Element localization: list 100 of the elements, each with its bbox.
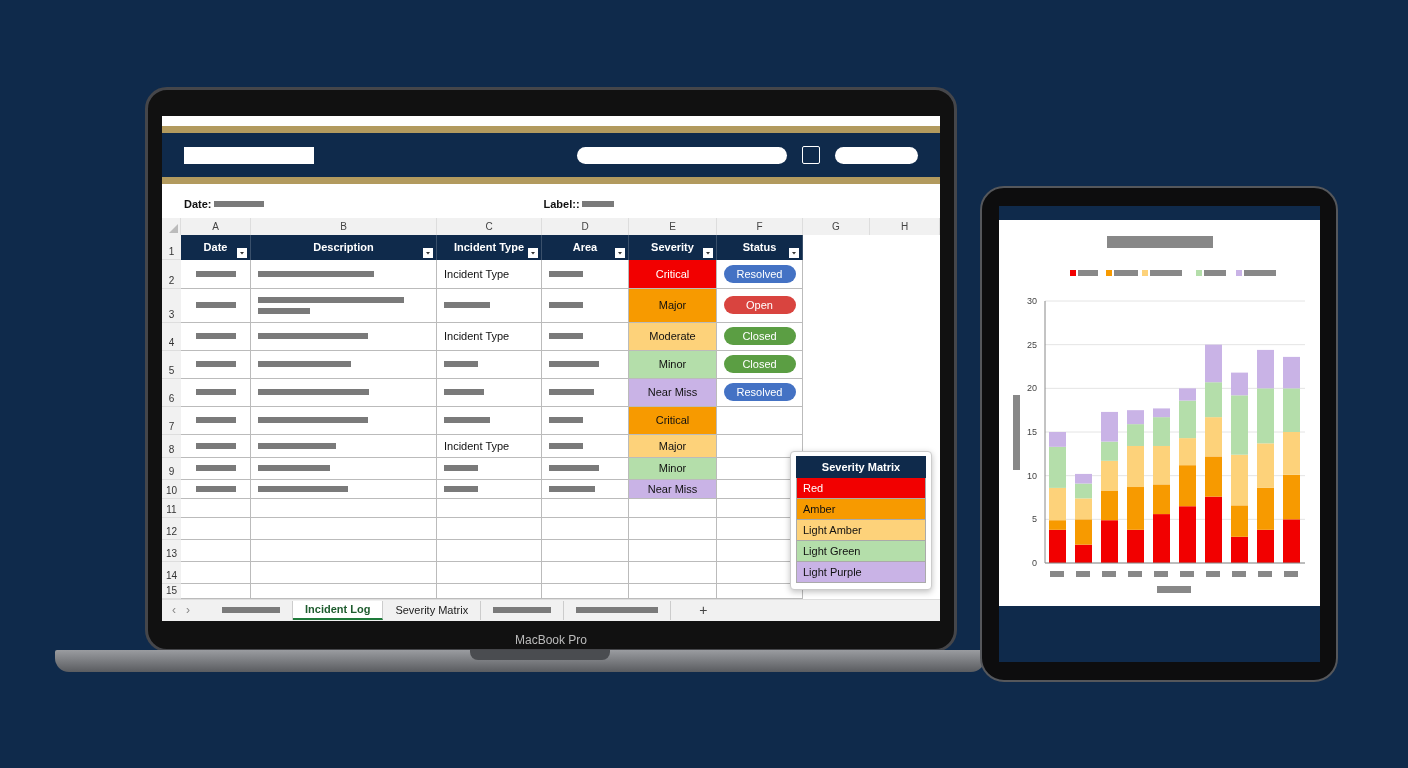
- table-cell: [181, 584, 251, 599]
- laptop-label: MacBook Pro: [514, 633, 588, 647]
- bar-segment: [1257, 443, 1274, 488]
- redacted-text: [444, 417, 490, 424]
- redacted-text: [549, 361, 599, 368]
- row-number: 12: [162, 518, 181, 540]
- column-letter[interactable]: A: [181, 218, 251, 235]
- bar-segment: [1283, 432, 1300, 475]
- severity-swatch: Light Green: [796, 541, 926, 562]
- date-label: Date:: [184, 198, 212, 211]
- add-sheet-button[interactable]: +: [699, 602, 708, 619]
- redacted-category-label: [1128, 571, 1142, 577]
- redacted-legend-label: [1150, 270, 1182, 276]
- redacted-text: [195, 302, 236, 309]
- row-number: 14: [162, 562, 181, 584]
- filter-dropdown-icon[interactable]: [528, 248, 538, 258]
- severity-cell: Moderate: [629, 323, 717, 351]
- severity-cell: Critical: [629, 407, 717, 435]
- row-number: 7: [162, 407, 181, 435]
- search-field[interactable]: [577, 146, 787, 164]
- filter-dropdown-icon[interactable]: [703, 248, 713, 258]
- row-number: 3: [162, 289, 181, 323]
- column-letter[interactable]: B: [251, 218, 437, 235]
- column-letter[interactable]: G: [803, 218, 870, 235]
- severity-cell: Major: [629, 435, 717, 458]
- severity-cell: Minor: [629, 458, 717, 480]
- pill-button[interactable]: [835, 146, 918, 164]
- bar-segment: [1127, 529, 1144, 563]
- axis-tick-label: 20: [1027, 383, 1037, 394]
- redacted-category-label: [1076, 571, 1090, 577]
- redacted-legend-label: [1114, 270, 1138, 276]
- redacted-text: [549, 443, 583, 449]
- filter-dropdown-icon[interactable]: [789, 248, 799, 258]
- redacted-text: [444, 389, 484, 396]
- redacted-text: [195, 361, 236, 368]
- filter-dropdown-icon[interactable]: [237, 248, 247, 258]
- column-letter[interactable]: F: [717, 218, 803, 235]
- column-letter[interactable]: H: [870, 218, 940, 235]
- severity-swatch: Red: [796, 478, 926, 499]
- table-cell: [181, 518, 251, 540]
- redacted-text: [195, 465, 236, 472]
- redacted-text: [195, 443, 236, 449]
- redacted-text: [444, 302, 490, 309]
- axis-tick-label: 30: [1027, 296, 1037, 306]
- status-badge: Closed: [723, 355, 796, 374]
- status-badge: Closed: [723, 327, 796, 346]
- bar-segment: [1075, 498, 1092, 520]
- filter-dropdown-icon[interactable]: [615, 248, 625, 258]
- bar-segment: [1101, 520, 1118, 563]
- redacted-text: [549, 271, 583, 277]
- redacted-category-label: [1102, 571, 1116, 577]
- redacted-legend-label: [1204, 270, 1226, 276]
- label-label: Label::: [543, 198, 580, 211]
- square-icon: [802, 146, 820, 165]
- severity-swatch: Amber: [796, 499, 926, 520]
- row-number: 9: [162, 458, 181, 480]
- severity-cell: Minor: [629, 351, 717, 379]
- row-number: 13: [162, 540, 181, 562]
- redacted-text: [195, 417, 236, 424]
- redacted-category-label: [1284, 571, 1298, 577]
- row-number: 1: [162, 235, 181, 260]
- row-number: 2: [162, 260, 181, 289]
- sheet-tab[interactable]: Severity Matrix: [383, 601, 482, 620]
- redacted-category-label: [1206, 571, 1220, 577]
- redacted-text: [444, 465, 478, 472]
- severity-cell: Major: [629, 289, 717, 323]
- bar-segment: [1257, 529, 1274, 563]
- redacted-text: [195, 333, 236, 340]
- redacted-text: [549, 417, 583, 424]
- table-cell: [181, 562, 251, 584]
- bar-segment: [1283, 519, 1300, 563]
- row-number: 4: [162, 323, 181, 351]
- redacted-text: [258, 308, 310, 314]
- severity-swatch: Light Amber: [796, 520, 926, 541]
- status-badge: Open: [723, 296, 796, 315]
- severity-swatch: Light Purple: [796, 562, 926, 583]
- column-letter[interactable]: D: [542, 218, 629, 235]
- redacted-text: [213, 201, 264, 208]
- sheet-tab[interactable]: Incident Log: [293, 601, 384, 620]
- column-letter[interactable]: C: [437, 218, 542, 235]
- redacted-category-label: [1154, 571, 1168, 577]
- column-letter[interactable]: E: [629, 218, 717, 235]
- bar-segment: [1257, 487, 1274, 530]
- bar-segment: [1205, 382, 1222, 418]
- redacted-axis-title: [1157, 586, 1191, 593]
- redacted-legend-label: [1244, 270, 1276, 276]
- redacted-text: [581, 201, 614, 208]
- header-text: Date: [203, 241, 228, 254]
- redacted-category-label: [1258, 571, 1272, 577]
- redacted-text: [444, 486, 478, 492]
- bar-segment: [1101, 490, 1118, 521]
- severity-cell: Near Miss: [629, 379, 717, 407]
- bar-segment: [1127, 487, 1144, 530]
- status-badge: Resolved: [723, 383, 796, 402]
- redacted-text: [195, 486, 236, 492]
- redacted-legend-label: [1078, 270, 1098, 276]
- filter-dropdown-icon[interactable]: [423, 248, 433, 258]
- bar-segment: [1075, 519, 1092, 545]
- redacted-text: [549, 302, 583, 309]
- cell-text: Incident Type: [444, 440, 510, 452]
